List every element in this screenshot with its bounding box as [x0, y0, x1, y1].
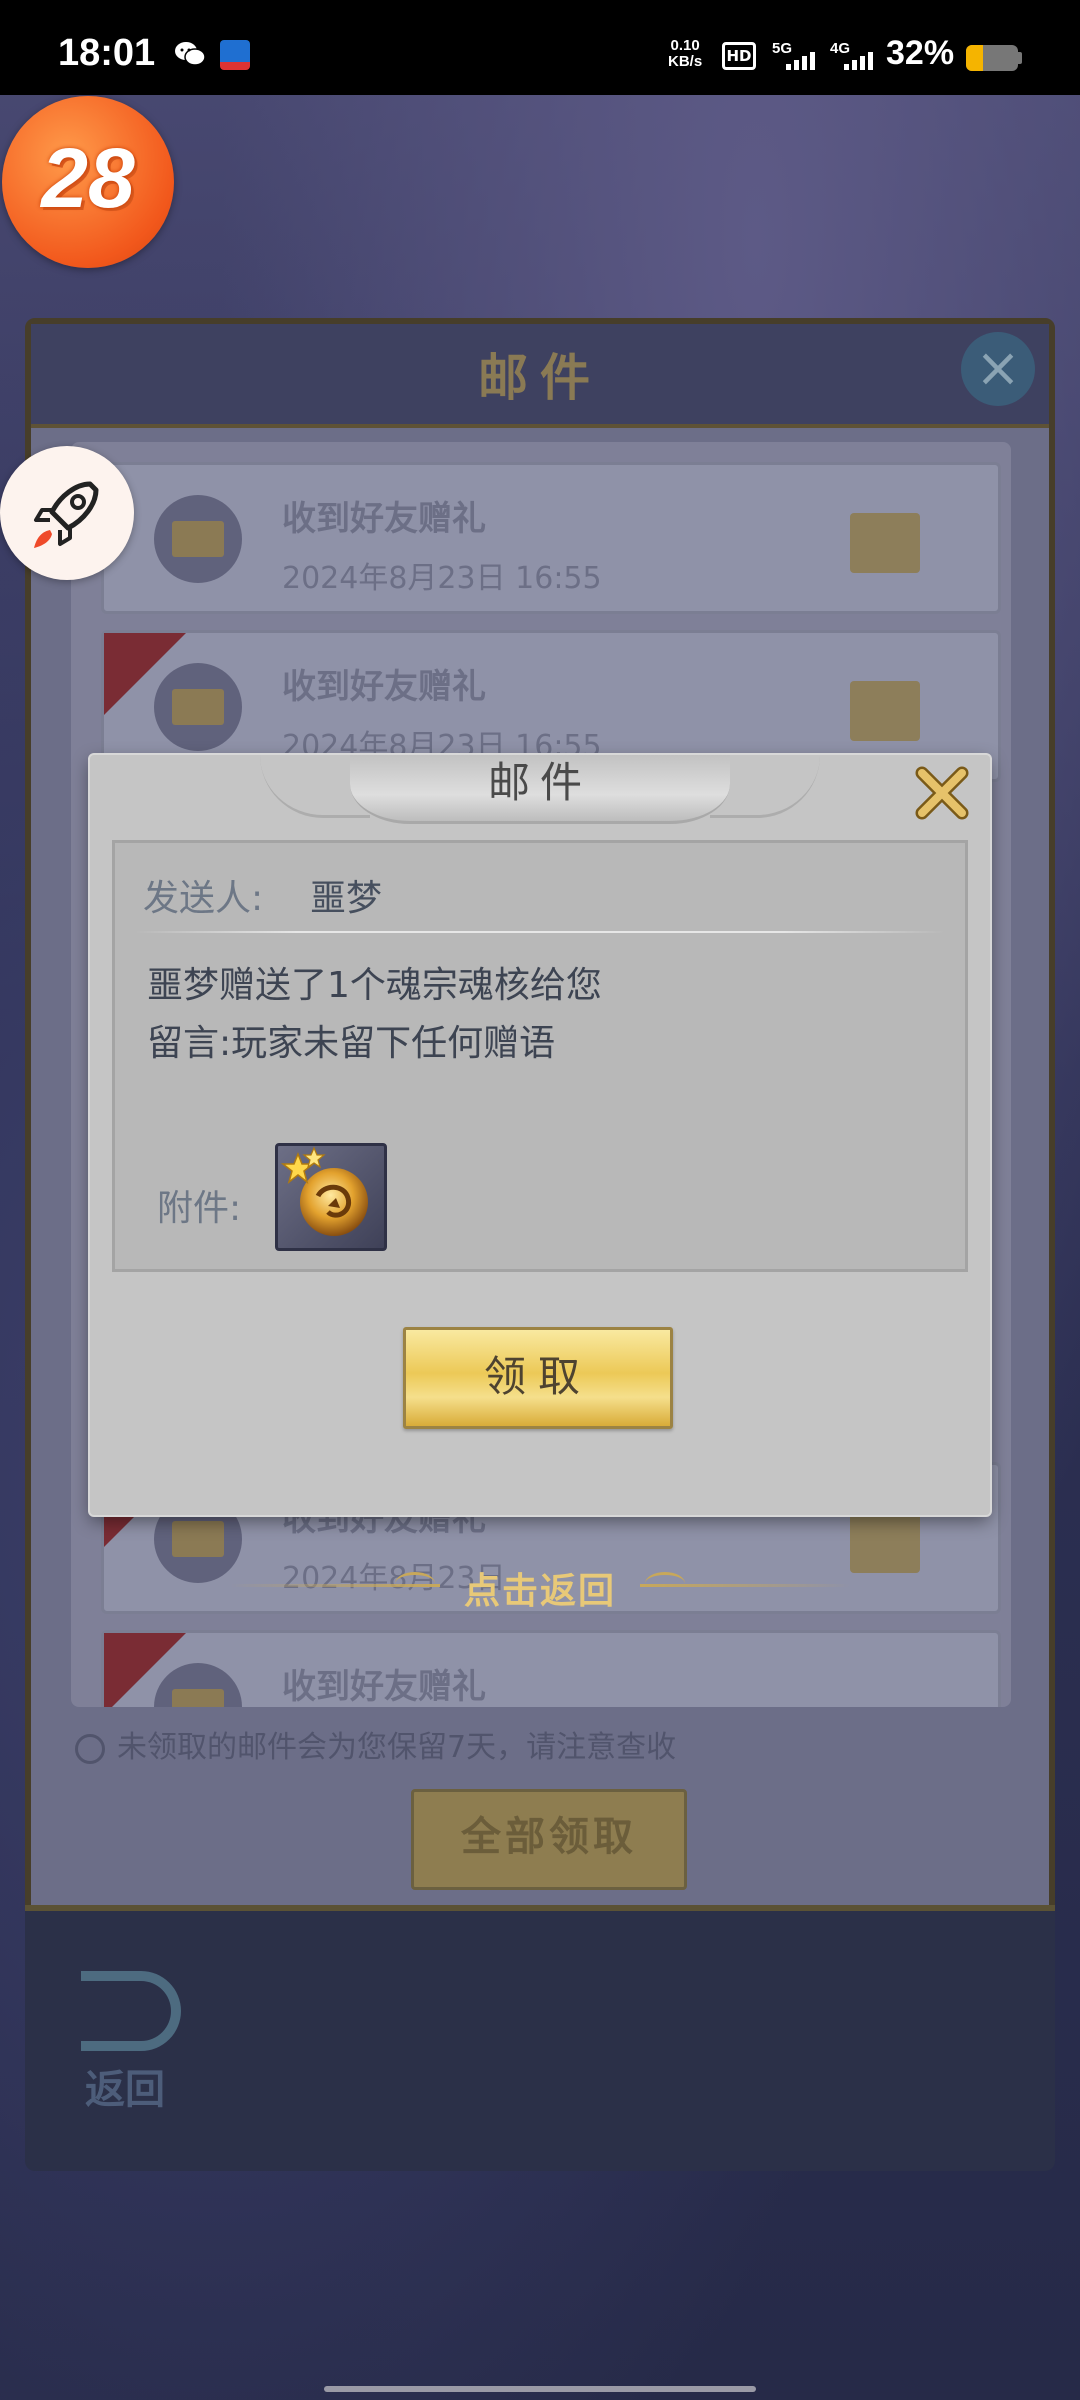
- battery-level: [966, 45, 983, 71]
- mail-row[interactable]: 收到好友赠礼: [101, 1630, 1001, 1707]
- message-line: 留言:玩家未留下任何赠语: [147, 1023, 556, 1064]
- mail-message: 噩梦赠送了1个魂宗魂核给您 留言:玩家未留下任何赠语: [147, 957, 602, 1073]
- battery-icon: [966, 45, 1018, 71]
- gift-icon: [850, 513, 920, 573]
- back-label: 返回: [85, 2067, 165, 2113]
- envelope-icon: [154, 663, 242, 751]
- wechat-icon: [175, 42, 206, 66]
- claim-button[interactable]: 领取: [403, 1327, 673, 1429]
- floating-badge-text: 28: [41, 131, 135, 225]
- mail-retention-note: 未领取的邮件会为您保留7天，请注意查收: [75, 1722, 676, 1766]
- net-speed-unit: KB/s: [668, 53, 703, 70]
- sender-name: 噩梦: [310, 878, 383, 919]
- rocket-accelerator-button[interactable]: [0, 446, 134, 580]
- mail-content-box: 发送人: 噩梦 噩梦赠送了1个魂宗魂核给您 留言:玩家未留下任何赠语 附件:: [112, 840, 968, 1272]
- mail-note-text: 未领取的邮件会为您保留7天，请注意查收: [117, 1730, 677, 1765]
- mail-panel-header: 邮件 ×: [31, 324, 1049, 428]
- dialog-title: 邮件: [487, 758, 592, 807]
- mail-panel-title: 邮件: [478, 349, 602, 407]
- back-arrow-icon: [81, 1971, 181, 2051]
- gift-icon: [850, 681, 920, 741]
- battery-tip: [1018, 52, 1022, 64]
- floating-badge[interactable]: 28: [2, 96, 174, 268]
- mail-row-date: 2024年8月23日 16:55: [282, 561, 602, 596]
- rocket-icon: [34, 481, 99, 548]
- claim-all-button[interactable]: 全部领取: [411, 1789, 687, 1890]
- bottom-bar: 返回: [25, 1905, 1055, 2171]
- attachment-label: 附件:: [157, 1188, 242, 1229]
- mail-row[interactable]: 收到好友赠礼 2024年8月23日 16:55: [101, 462, 1001, 614]
- network-speed: 0.10 KB/s: [668, 38, 702, 70]
- attachment-item[interactable]: [275, 1143, 387, 1251]
- sender-label: 发送人:: [143, 878, 264, 919]
- divider: [135, 931, 945, 933]
- info-icon: [75, 1733, 105, 1764]
- app-notification-icon: [220, 40, 250, 70]
- status-bar: 18:01 0.10 KB/s HD 5G 4G 32%: [0, 0, 1080, 95]
- tap-to-return-label: 点击返回: [463, 1571, 616, 1612]
- mail-panel-close-icon[interactable]: ×: [961, 332, 1035, 406]
- home-indicator[interactable]: [324, 2386, 756, 2392]
- battery-percent: 32%: [886, 34, 955, 72]
- mail-row-title: 收到好友赠礼: [282, 499, 486, 539]
- clock: 18:01: [58, 32, 156, 74]
- signal-5g-icon: 5G: [772, 40, 822, 72]
- message-line: 噩梦赠送了1个魂宗魂核给您: [147, 965, 602, 1006]
- mail-row-title: 收到好友赠礼: [282, 667, 486, 707]
- dialog-title-tab: 邮件: [350, 755, 730, 824]
- back-button[interactable]: 返回: [55, 1961, 225, 2131]
- hd-voice-icon: HD: [722, 42, 756, 70]
- ornament-line: [640, 1584, 850, 1587]
- net-speed-value: 0.10: [670, 37, 700, 54]
- mail-row-title: 收到好友赠礼: [282, 1667, 486, 1707]
- close-icon[interactable]: [912, 763, 972, 823]
- tap-to-return[interactable]: 点击返回: [0, 1560, 1080, 1612]
- signal-4g-icon: 4G: [830, 40, 880, 72]
- envelope-icon: [154, 495, 242, 583]
- soul-core-icon: [280, 1146, 368, 1236]
- mail-detail-dialog: 邮件 发送人: 噩梦 噩梦赠送了1个魂宗魂核给您 留言:玩家未留下任何赠语 附件…: [90, 755, 990, 1515]
